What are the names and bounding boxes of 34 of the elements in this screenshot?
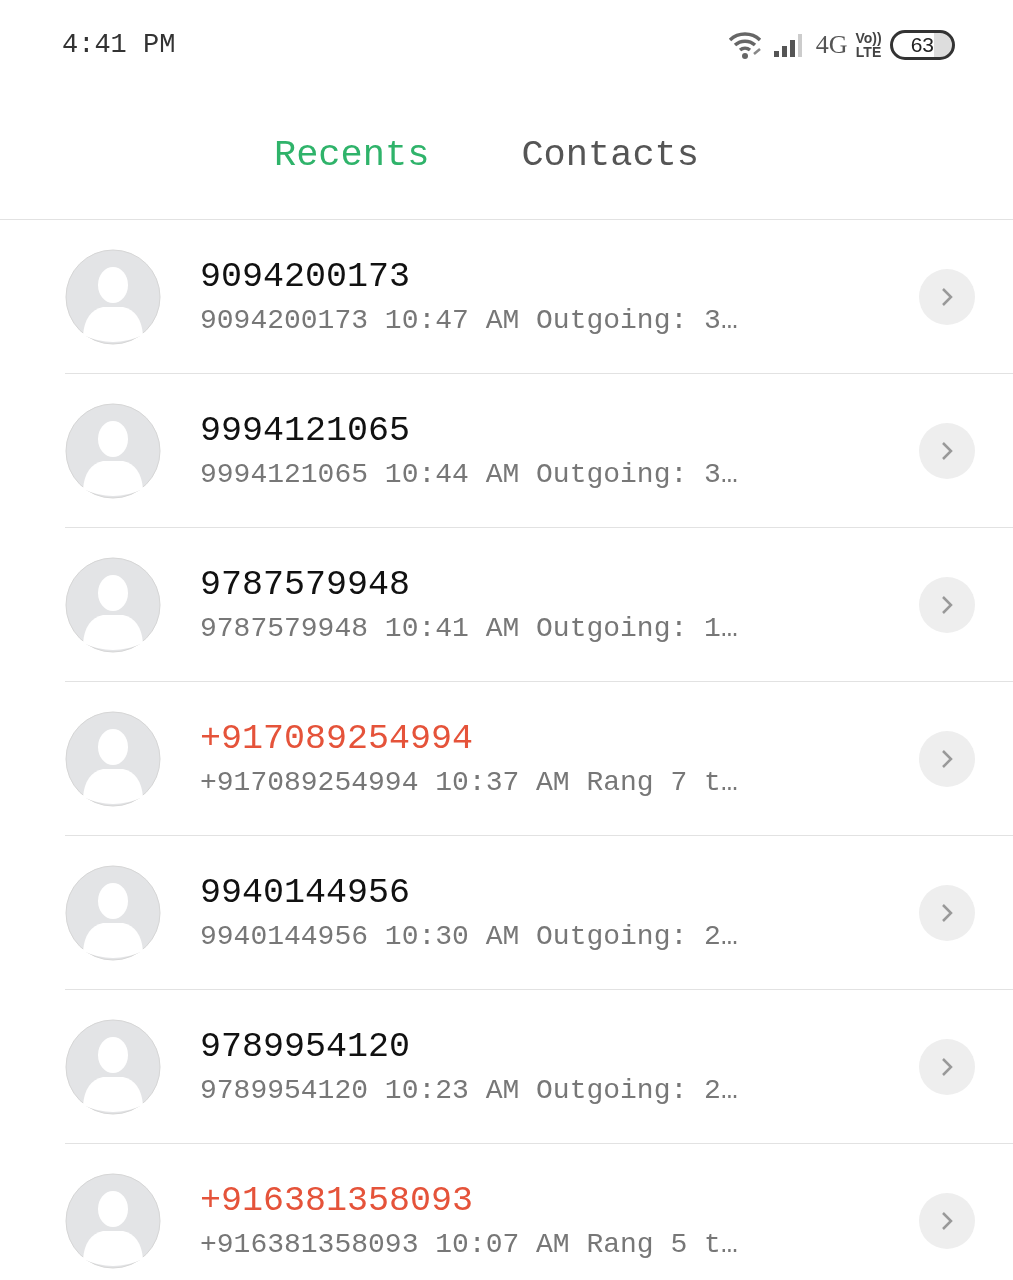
battery-icon: 63 <box>889 30 955 60</box>
chevron-right-icon <box>940 593 954 616</box>
tab[interactable]: Contacts <box>521 133 700 176</box>
chevron-right-icon <box>940 439 954 462</box>
call-details: +916381358093 10:07 AM Rang 5 t… <box>200 1229 739 1260</box>
avatar-icon <box>65 710 161 807</box>
call-details: 9994121065 10:44 AM Outgoing: 3… <box>200 459 739 490</box>
caller-number: 9094200173 <box>200 257 412 297</box>
caller-number: +917089254994 <box>200 719 475 759</box>
call-details: 9787579948 10:41 AM Outgoing: 1… <box>200 613 739 644</box>
caller-number: 9994121065 <box>200 411 412 451</box>
call-details: 9094200173 10:47 AM Outgoing: 3… <box>200 305 739 336</box>
caller-number: +916381358093 <box>200 1181 475 1221</box>
chevron-right-icon <box>940 1055 954 1078</box>
caller-number: 9789954120 <box>200 1027 412 1067</box>
network-type: 4G <box>815 30 848 60</box>
caller-number: 9940144956 <box>200 873 412 913</box>
avatar-icon <box>65 402 161 499</box>
avatar-icon <box>65 248 161 345</box>
avatar-icon <box>65 1172 161 1269</box>
chevron-right-icon <box>940 747 954 770</box>
avatar-icon <box>65 864 161 961</box>
avatar-icon <box>65 556 161 653</box>
chevron-right-icon <box>940 1209 954 1232</box>
call-details: 9940144956 10:30 AM Outgoing: 2… <box>200 921 739 952</box>
wifi-icon <box>727 30 764 60</box>
chevron-right-icon <box>940 285 954 308</box>
status-time: 4:41 PM <box>62 30 176 60</box>
caller-number: 9787579948 <box>200 565 412 605</box>
volte-indicator: Vo)) LTE <box>855 31 882 59</box>
avatar-icon <box>65 1018 161 1115</box>
call-details: 9789954120 10:23 AM Outgoing: 2… <box>200 1075 739 1106</box>
chevron-right-icon <box>940 901 954 924</box>
call-details: +917089254994 10:37 AM Rang 7 t… <box>200 767 739 798</box>
